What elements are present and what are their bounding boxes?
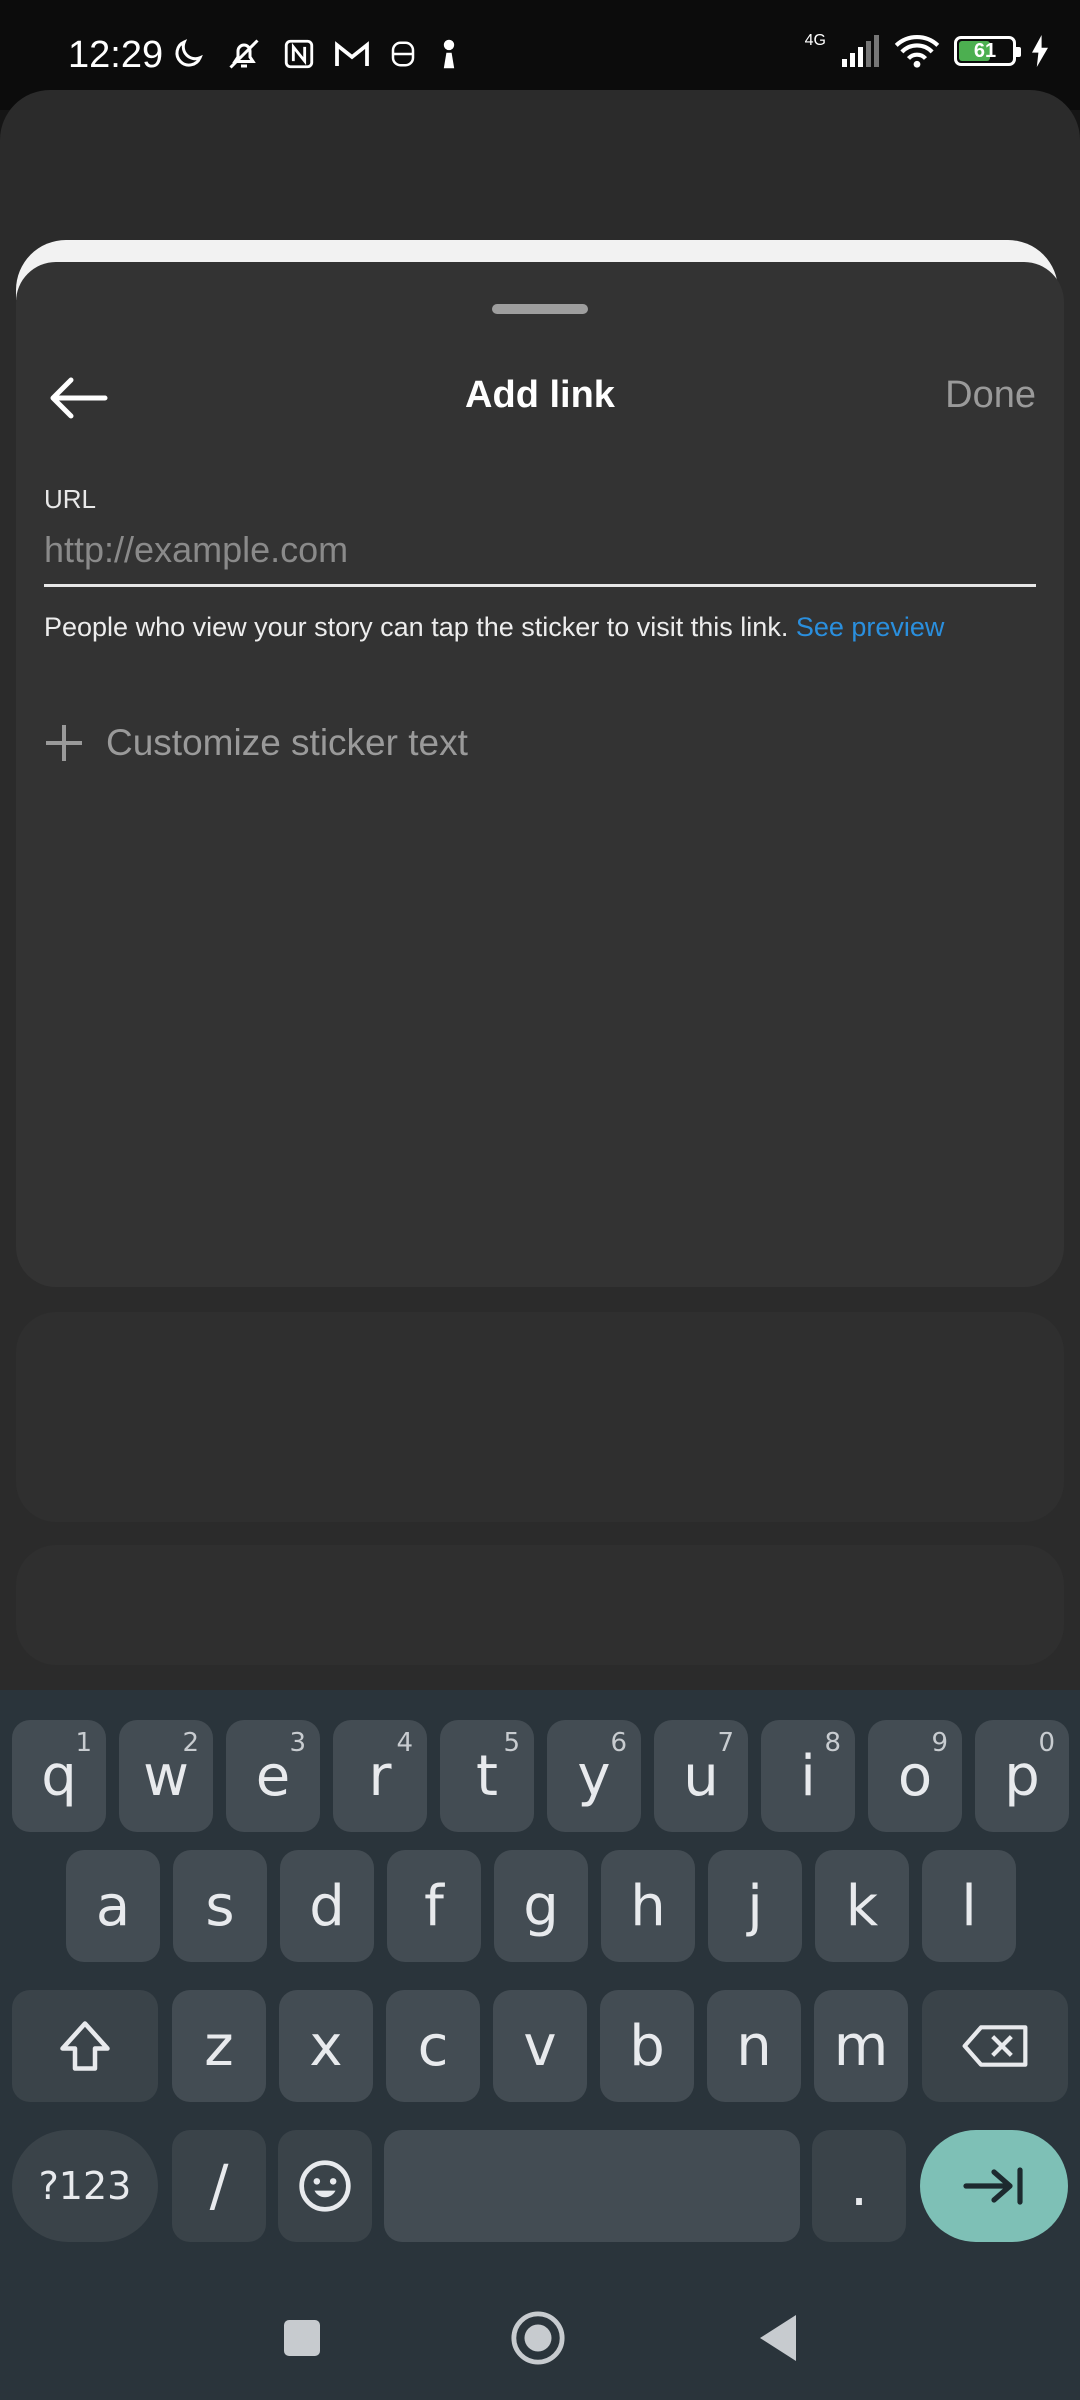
key-label: o: [897, 1743, 933, 1809]
key-label: q: [41, 1743, 77, 1809]
key-k[interactable]: k: [815, 1850, 909, 1962]
customize-sticker-label: Customize sticker text: [106, 722, 468, 763]
tab-next-icon: [963, 2167, 1023, 2205]
key-hint: 6: [610, 1728, 627, 1758]
charging-icon: [1032, 35, 1048, 67]
key-r[interactable]: r4: [333, 1720, 427, 1832]
enter-key[interactable]: [920, 2130, 1068, 2242]
backspace-icon: [962, 2025, 1028, 2067]
add-link-sheet: Add link Done URL People who view your s…: [16, 262, 1064, 1287]
status-right-icons: 4G 61: [804, 32, 1050, 68]
helper-text: People who view your story can tap the s…: [44, 612, 944, 643]
back-icon: [760, 2315, 796, 2361]
back-nav-button[interactable]: [750, 2310, 806, 2366]
key-hint: 3: [289, 1728, 306, 1758]
key-z[interactable]: z: [172, 1990, 266, 2102]
emoji-icon: [299, 2160, 351, 2212]
battery-icon: 61: [954, 36, 1021, 66]
keyboard: q1w2e3r4t5y6u7i8o9p0 asdfghjkl zxcvbnm ?…: [0, 1690, 1080, 2270]
drag-handle[interactable]: [492, 304, 588, 314]
key-e[interactable]: e3: [226, 1720, 320, 1832]
key-label: r: [368, 1743, 392, 1809]
key-q[interactable]: q1: [12, 1720, 106, 1832]
nfc-icon: [284, 39, 314, 69]
key-i[interactable]: i8: [761, 1720, 855, 1832]
key-label: i: [800, 1743, 816, 1809]
key-d[interactable]: d: [280, 1850, 374, 1962]
emoji-key[interactable]: [278, 2130, 372, 2242]
key-x[interactable]: x: [279, 1990, 373, 2102]
key-y[interactable]: y6: [547, 1720, 641, 1832]
wifi-icon: [894, 35, 940, 68]
key-c[interactable]: c: [386, 1990, 480, 2102]
key-hint: 1: [75, 1728, 92, 1758]
network-type: 4G: [804, 32, 826, 49]
see-preview-link[interactable]: See preview: [796, 612, 945, 642]
key-hint: 8: [824, 1728, 841, 1758]
key-g[interactable]: g: [494, 1850, 588, 1962]
key-p[interactable]: p0: [975, 1720, 1069, 1832]
sheet-title: Add link: [465, 374, 615, 416]
key-o[interactable]: o9: [868, 1720, 962, 1832]
home-icon: [511, 2311, 565, 2365]
signal-icon: [842, 35, 879, 67]
key-hint: 5: [503, 1728, 520, 1758]
key-a[interactable]: a: [66, 1850, 160, 1962]
slash-key[interactable]: /: [172, 2130, 266, 2242]
key-j[interactable]: j: [708, 1850, 802, 1962]
key-h[interactable]: h: [601, 1850, 695, 1962]
key-t[interactable]: t5: [440, 1720, 534, 1832]
navigation-bar: [0, 2270, 1080, 2400]
shift-key[interactable]: [12, 1990, 158, 2102]
backspace-key[interactable]: [922, 1990, 1068, 2102]
key-m[interactable]: m: [814, 1990, 908, 2102]
helper-message: People who view your story can tap the s…: [44, 612, 789, 642]
customize-sticker-button[interactable]: Customize sticker text: [44, 722, 468, 764]
background-card-tertiary: [16, 1545, 1064, 1665]
bell-off-icon: [229, 39, 259, 69]
key-hint: 4: [396, 1728, 413, 1758]
key-b[interactable]: b: [600, 1990, 694, 2102]
key-v[interactable]: v: [493, 1990, 587, 2102]
symbols-key[interactable]: ?123: [12, 2130, 158, 2242]
home-button[interactable]: [510, 2310, 566, 2366]
key-label: e: [255, 1743, 291, 1809]
url-label: URL: [44, 484, 97, 514]
plus-icon: [46, 725, 82, 761]
key-label: u: [683, 1743, 719, 1809]
key-label: t: [476, 1743, 498, 1809]
key-hint: 2: [182, 1728, 199, 1758]
key-hint: 7: [717, 1728, 734, 1758]
key-l[interactable]: l: [922, 1850, 1016, 1962]
app-icon: [391, 41, 415, 67]
url-underline: [44, 584, 1036, 587]
key-f[interactable]: f: [387, 1850, 481, 1962]
status-left-icons: [170, 36, 462, 72]
key-s[interactable]: s: [173, 1850, 267, 1962]
gmail-icon: [335, 41, 369, 66]
url-input[interactable]: [44, 524, 1036, 576]
key-hint: 0: [1038, 1728, 1055, 1758]
background-card-secondary: [16, 1312, 1064, 1522]
period-key[interactable]: .: [812, 2130, 906, 2242]
key-hint: 9: [931, 1728, 948, 1758]
key-w[interactable]: w2: [119, 1720, 213, 1832]
battery-level: 61: [973, 40, 997, 62]
key-u[interactable]: u7: [654, 1720, 748, 1832]
space-key[interactable]: [384, 2130, 800, 2242]
key-label: p: [1004, 1743, 1040, 1809]
key-label: y: [577, 1743, 611, 1809]
key-n[interactable]: n: [707, 1990, 801, 2102]
chess-pawn-icon: [443, 39, 455, 69]
moon-icon: [175, 39, 203, 67]
shift-icon: [60, 2021, 110, 2071]
status-time: 12:29: [68, 34, 164, 76]
recents-icon: [284, 2320, 320, 2356]
recents-button[interactable]: [274, 2310, 330, 2366]
done-button[interactable]: Done: [945, 374, 1036, 417]
